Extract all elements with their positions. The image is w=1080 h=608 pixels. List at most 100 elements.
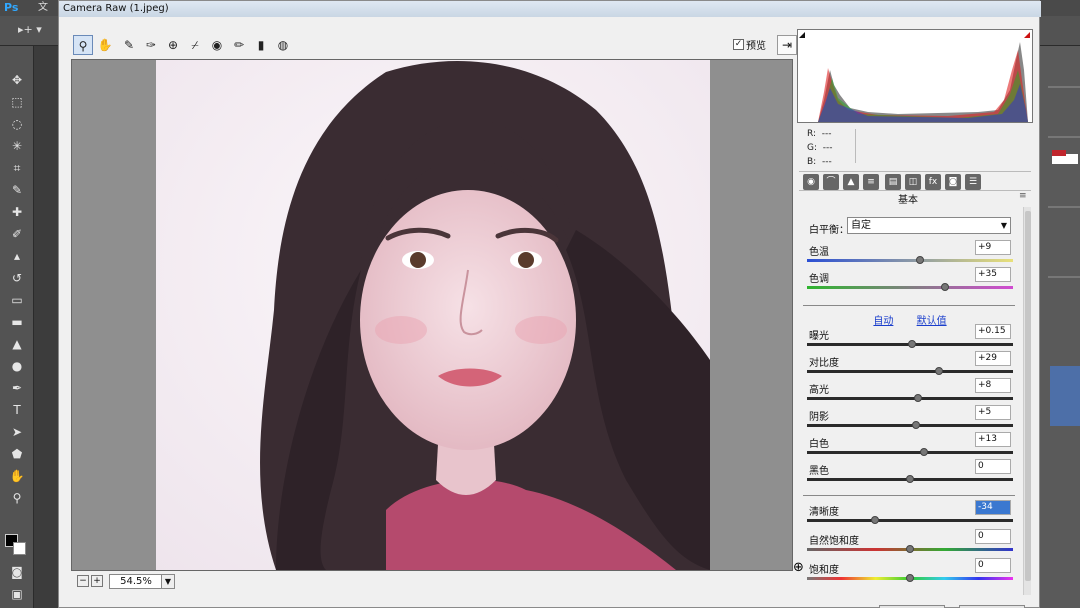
slider-thumb[interactable]: [934, 367, 943, 375]
slider-value-input[interactable]: +29: [975, 351, 1011, 366]
preview-toggle[interactable]: ✓ 预览: [733, 37, 766, 52]
tab-presets-icon[interactable]: ☰: [965, 174, 981, 190]
slider-value-input[interactable]: 0: [975, 459, 1011, 474]
slider-value-input[interactable]: +8: [975, 378, 1011, 393]
blur-tool-icon[interactable]: ▲: [6, 334, 28, 354]
zoom-bar: − + 54.5% ▼: [71, 573, 793, 591]
slider-thumb[interactable]: [906, 574, 914, 582]
red-eye-icon[interactable]: ▮: [251, 35, 271, 55]
straighten-tool-icon[interactable]: ◉: [207, 35, 227, 55]
preview-image: [156, 60, 710, 570]
white-balance-value: 自定: [851, 220, 871, 231]
slider-thumb[interactable]: [916, 256, 925, 264]
tab-lens-icon[interactable]: ◫: [905, 174, 921, 190]
tab-hsl-icon[interactable]: ≡: [863, 174, 879, 190]
spot-removal-icon[interactable]: ✏: [229, 35, 249, 55]
layer-thumbnail[interactable]: [1050, 366, 1080, 426]
zoom-out-button[interactable]: −: [77, 575, 89, 587]
image-canvas[interactable]: ⊕: [71, 59, 804, 575]
slider-value-input[interactable]: 0: [975, 529, 1011, 544]
panel-scrollbar[interactable]: [1023, 207, 1031, 595]
tab-basic-icon[interactable]: ◉: [803, 174, 819, 190]
panel-menu-icon[interactable]: ≡: [1019, 191, 1031, 201]
divider: [803, 305, 1015, 306]
hand-tool-icon[interactable]: ✋: [95, 35, 115, 55]
crop-tool-icon[interactable]: ⌗: [6, 158, 28, 178]
photoshop-logo: Ps: [4, 1, 19, 14]
slider-thumb[interactable]: [920, 448, 929, 456]
preview-label: 预览: [746, 41, 766, 52]
slider-thumb[interactable]: [906, 545, 914, 553]
slider-row: 色温 +9: [807, 240, 1013, 270]
fullscreen-toggle-icon[interactable]: ⇥: [777, 35, 797, 55]
slider-thumb[interactable]: [914, 394, 923, 402]
brush-tool-icon[interactable]: ✐: [6, 224, 28, 244]
healing-brush-icon[interactable]: ✚: [6, 202, 28, 222]
slider-track[interactable]: [807, 370, 1013, 373]
slider-thumb[interactable]: [912, 421, 921, 429]
eraser-tool-icon[interactable]: ▭: [6, 290, 28, 310]
slider-track[interactable]: [807, 286, 1013, 289]
move-tool-icon[interactable]: ✥: [6, 70, 28, 90]
crop-tool-icon[interactable]: ⌿: [185, 35, 205, 55]
tab-detail-icon[interactable]: ▲: [843, 174, 859, 190]
zoom-in-button[interactable]: +: [91, 575, 103, 587]
menu-file[interactable]: 文: [38, 0, 48, 16]
color-sampler-icon[interactable]: ✑: [141, 35, 161, 55]
slider-thumb[interactable]: [941, 283, 950, 291]
tab-tone-curve-icon[interactable]: ⌒: [823, 174, 839, 190]
zoom-dropdown-icon[interactable]: ▼: [161, 574, 175, 589]
lasso-tool-icon[interactable]: ◌: [6, 114, 28, 134]
g-value: ---: [822, 143, 833, 153]
screen-mode-icon[interactable]: ▣: [6, 584, 28, 604]
slider-thumb[interactable]: [906, 475, 914, 483]
dodge-tool-icon[interactable]: ●: [6, 356, 28, 376]
panel-tabs: ◉ ⌒ ▲ ≡ ▤ ◫ fx ◙ ☰: [799, 171, 1031, 191]
slider-track[interactable]: [807, 451, 1013, 454]
white-balance-select[interactable]: 自定 ▼: [847, 217, 1011, 234]
background-color-swatch[interactable]: [13, 542, 26, 555]
slider-value-input[interactable]: +9: [975, 240, 1011, 255]
pen-tool-icon[interactable]: ✒: [6, 378, 28, 398]
targeted-adjustment-icon[interactable]: ⊕: [163, 35, 183, 55]
slider-track[interactable]: [807, 397, 1013, 400]
adjustment-brush-icon[interactable]: ◍: [273, 35, 293, 55]
history-brush-icon[interactable]: ↺: [6, 268, 28, 288]
histogram: [797, 29, 1033, 123]
slider-track[interactable]: [807, 424, 1013, 427]
tab-effects-icon[interactable]: fx: [925, 174, 941, 190]
move-tool-icon[interactable]: ▸+ ▾: [18, 23, 42, 36]
magic-wand-icon[interactable]: ✳: [6, 136, 28, 156]
slider-value-input[interactable]: 0: [975, 558, 1011, 573]
stamp-tool-icon[interactable]: ▴: [6, 246, 28, 266]
shape-tool-icon[interactable]: ⬟: [6, 444, 28, 464]
tab-camera-calibration-icon[interactable]: ◙: [945, 174, 961, 190]
slider-value-input[interactable]: +13: [975, 432, 1011, 447]
slider-row: 黑色 0: [807, 459, 1013, 489]
zoom-tool-icon[interactable]: ⚲: [73, 35, 93, 55]
slider-thumb[interactable]: [870, 516, 879, 524]
slider-track[interactable]: [807, 519, 1013, 522]
scrollbar-thumb[interactable]: [1025, 211, 1031, 581]
slider-value-input[interactable]: +5: [975, 405, 1011, 420]
tools-panel: ✥ ⬚ ◌ ✳ ⌗ ✎ ✚ ✐ ▴ ↺ ▭ ▬ ▲ ● ✒ T ➤ ⬟ ✋ ⚲ …: [0, 46, 34, 608]
auto-link[interactable]: 自动: [873, 316, 893, 327]
default-link[interactable]: 默认值: [917, 316, 947, 327]
zoom-tool-icon[interactable]: ⚲: [6, 488, 28, 508]
white-balance-tool-icon[interactable]: ✎: [119, 35, 139, 55]
path-select-icon[interactable]: ➤: [6, 422, 28, 442]
slider-value-input[interactable]: +35: [975, 267, 1011, 282]
quick-mask-icon[interactable]: ◙: [6, 562, 28, 582]
slider-value-input[interactable]: -34: [975, 500, 1011, 515]
slider-track[interactable]: [807, 259, 1013, 262]
gradient-tool-icon[interactable]: ▬: [6, 312, 28, 332]
zoom-level[interactable]: 54.5%: [109, 574, 163, 589]
slider-thumb[interactable]: [908, 340, 917, 348]
eyedropper-icon[interactable]: ✎: [6, 180, 28, 200]
hand-tool-icon[interactable]: ✋: [6, 466, 28, 486]
b-label: B:: [807, 157, 817, 167]
tab-split-toning-icon[interactable]: ▤: [885, 174, 901, 190]
type-tool-icon[interactable]: T: [6, 400, 28, 420]
marquee-tool-icon[interactable]: ⬚: [6, 92, 28, 112]
preview-checkbox[interactable]: ✓: [733, 39, 744, 50]
